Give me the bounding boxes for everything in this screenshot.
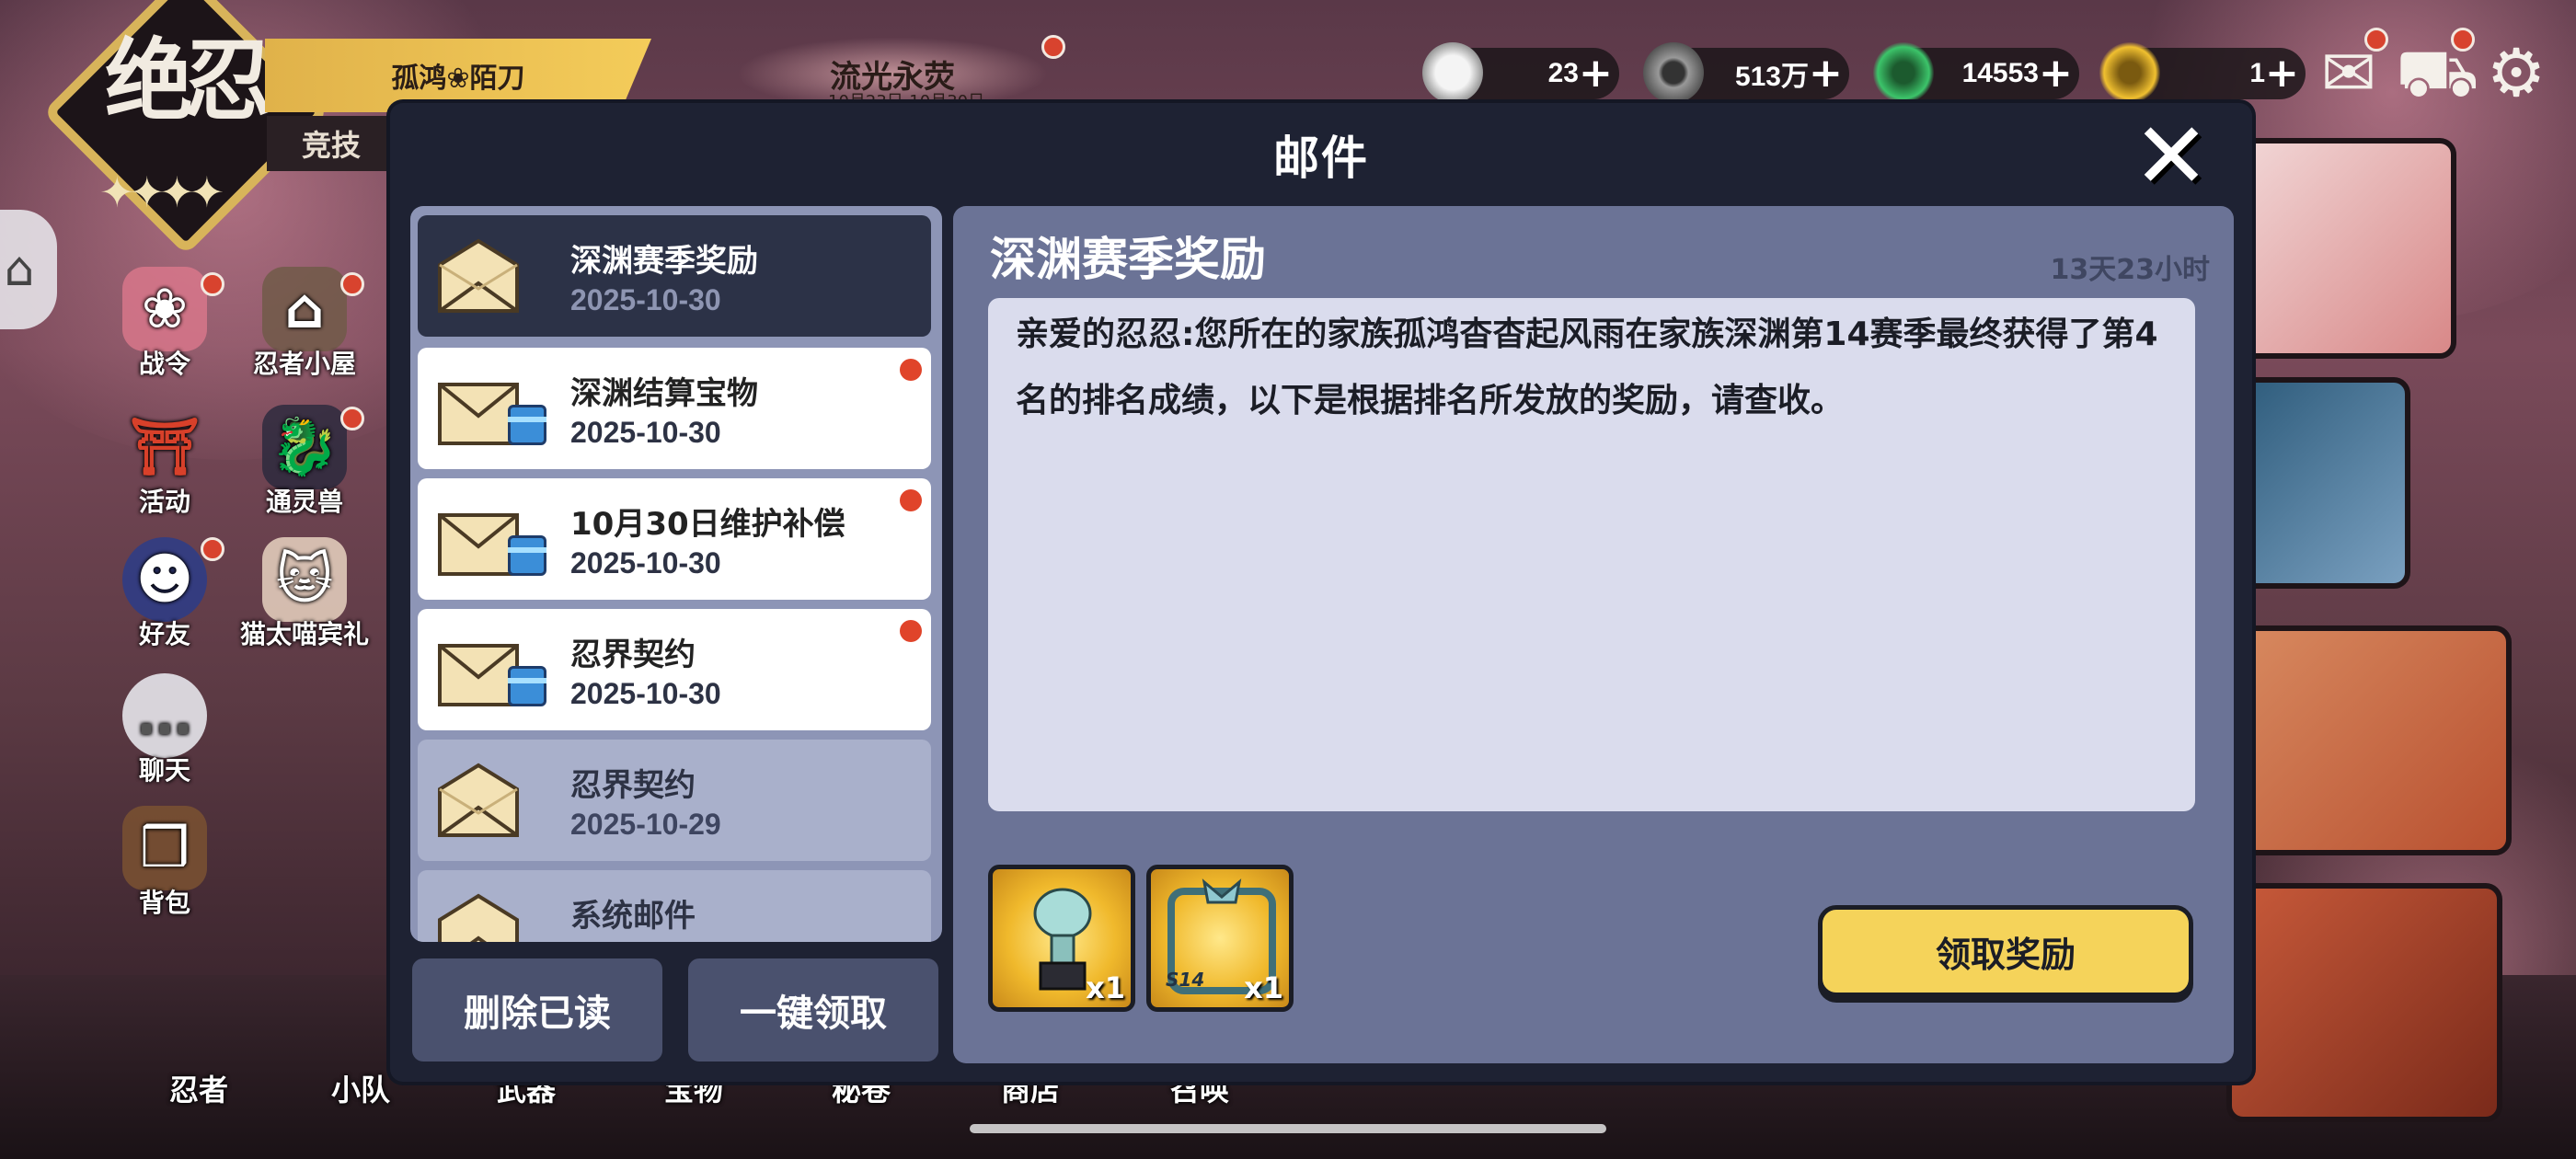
torii-icon: ⛩ <box>129 415 201 479</box>
add-rice-button[interactable]: + <box>1579 53 1613 94</box>
resource-value: 23 <box>1547 58 1579 88</box>
battle-pass-icon: ❀ <box>122 267 207 351</box>
reward-quantity: x1 <box>1244 970 1283 1005</box>
side-collapse-tab[interactable]: ⌂ <box>0 210 57 329</box>
envelope-open-icon <box>438 893 519 942</box>
mail-date: 2025-10-30 <box>570 283 721 316</box>
mail-date: 2025-10-29 <box>570 808 721 841</box>
nav-squad[interactable]: 小队 <box>331 1067 390 1109</box>
lucky-cat-icon: 🐱 <box>262 537 347 622</box>
side-item-lucky-cat[interactable]: 🐱 猫太喵宾礼 <box>236 537 374 651</box>
claim-all-button[interactable]: 一键领取 <box>688 958 938 1061</box>
resource-rice: 23 + <box>1422 42 1619 103</box>
mail-title: 10月30日维护补偿 <box>570 506 845 543</box>
side-item-label: 忍者小屋 <box>252 349 356 379</box>
mail-list-item[interactable]: 10月30日维护补偿 2025-10-30 <box>418 478 931 600</box>
mail-title: 深渊结算宝物 <box>570 375 758 412</box>
side-item-backpack[interactable]: ❒ 背包 <box>96 806 234 920</box>
side-item-label: 背包 <box>138 888 190 918</box>
arena-label[interactable]: 竞技 <box>267 116 396 171</box>
star-rating-icon: ✦✦✦✦ <box>99 167 224 217</box>
side-item-label: 好友 <box>138 619 190 649</box>
delete-read-button[interactable]: 删除已读 <box>412 958 662 1061</box>
side-item-label: 猫太喵宾礼 <box>239 619 369 649</box>
side-item-label: 战令 <box>138 349 190 379</box>
notification-dot <box>2451 28 2475 52</box>
resource-value: 14553 <box>1961 58 2039 88</box>
mail-list-item[interactable]: 忍界契约 2025-10-30 <box>418 609 931 730</box>
envelope-open-icon <box>438 763 519 837</box>
add-coin-button[interactable]: + <box>1809 53 1843 94</box>
resource-gold-magatama: 1 + <box>2099 42 2306 103</box>
reward-quantity: x1 <box>1086 970 1125 1005</box>
notification-dot <box>2364 28 2388 52</box>
resource-value: 1 <box>2249 58 2265 88</box>
friend-ninja-icon: ☻ <box>122 537 207 622</box>
mail-date: 2025-10-30 <box>570 546 721 580</box>
chat-bubble-icon: … <box>122 673 207 758</box>
mail-list-item[interactable]: 深渊赛季奖励 2025-10-30 <box>418 215 931 337</box>
ninja-house-icon: ⌂ <box>262 267 347 351</box>
gift-box-icon <box>508 405 546 445</box>
notification-dot <box>340 407 364 430</box>
resource-green-magatama: 14553 + <box>1873 42 2079 103</box>
unread-dot <box>900 620 922 642</box>
mail-list-item[interactable]: 系统邮件 <box>418 870 931 942</box>
reward-item[interactable]: S14 x1 <box>1146 865 1294 1012</box>
notification-dot <box>340 272 364 296</box>
notification-dot <box>201 537 224 561</box>
envelope-open-icon <box>438 238 519 313</box>
side-item-label: 聊天 <box>138 755 190 786</box>
mail-title: 忍界契约 <box>570 637 696 673</box>
side-item-chat[interactable]: … 聊天 <box>96 673 234 787</box>
side-item-events[interactable]: ⛩ 活动 <box>96 405 234 519</box>
claim-reward-button[interactable]: 领取奖励 <box>1818 905 2193 997</box>
mail-dialog: 邮件 ✕ 深渊赛季奖励 2025-10-30 深渊结算宝物 2025-10-30 <box>390 103 2252 1082</box>
notification-dot <box>201 272 224 296</box>
mail-title: 深渊赛季奖励 <box>570 243 758 280</box>
game-logo: 绝忍 <box>105 29 272 132</box>
mail-date: 2025-10-30 <box>570 677 721 710</box>
mail-body-text: 亲爱的忍忍:您所在的家族孤鸿杳杳起风雨在家族深渊第14赛季最终获得了第4名的排名… <box>988 298 2195 811</box>
mail-detail-title: 深渊赛季奖励 <box>990 233 1266 286</box>
mail-title: 系统邮件 <box>570 898 696 935</box>
mail-date: 2025-10-30 <box>570 416 721 449</box>
notification-dot <box>1041 35 1065 59</box>
gift-box-icon <box>508 666 546 706</box>
mail-title: 忍界契约 <box>570 767 696 804</box>
home-indicator[interactable] <box>970 1124 1606 1133</box>
nav-ninja[interactable]: 忍者 <box>169 1067 228 1109</box>
settings-gear-icon[interactable]: ⚙ <box>2475 33 2558 112</box>
dialog-title: 邮件 <box>1273 132 1369 185</box>
mail-detail-panel: 深渊赛季奖励 13天23小时 亲爱的忍忍:您所在的家族孤鸿杳杳起风雨在家族深渊第… <box>953 206 2234 1063</box>
reward-season-tag: S14 <box>1166 969 1205 991</box>
unread-dot <box>900 489 922 511</box>
side-item-label: 通灵兽 <box>265 487 343 517</box>
backpack-icon: ❒ <box>122 806 207 890</box>
unread-dot <box>900 359 922 381</box>
add-green-magatama-button[interactable]: + <box>2039 53 2073 94</box>
summon-beast-icon: 🐉 <box>262 405 347 489</box>
mail-list-item[interactable]: 深渊结算宝物 2025-10-30 <box>418 348 931 469</box>
reward-item[interactable]: x1 <box>988 865 1135 1012</box>
mail-list-item[interactable]: 忍界契约 2025-10-29 <box>418 740 931 861</box>
add-gold-magatama-button[interactable]: + <box>2265 53 2299 94</box>
close-button[interactable]: ✕ <box>2127 110 2215 202</box>
guild-name-banner[interactable]: 孤鸿❀陌刀 <box>265 39 651 112</box>
side-item-label: 活动 <box>138 487 190 517</box>
mail-list[interactable]: 深渊赛季奖励 2025-10-30 深渊结算宝物 2025-10-30 10月3… <box>410 206 942 942</box>
mail-expiry-time: 13天23小时 <box>2050 254 2211 286</box>
resource-value: 513万 <box>1734 62 1809 92</box>
gift-box-icon <box>508 535 546 576</box>
resource-coin: 513万 + <box>1643 42 1849 103</box>
